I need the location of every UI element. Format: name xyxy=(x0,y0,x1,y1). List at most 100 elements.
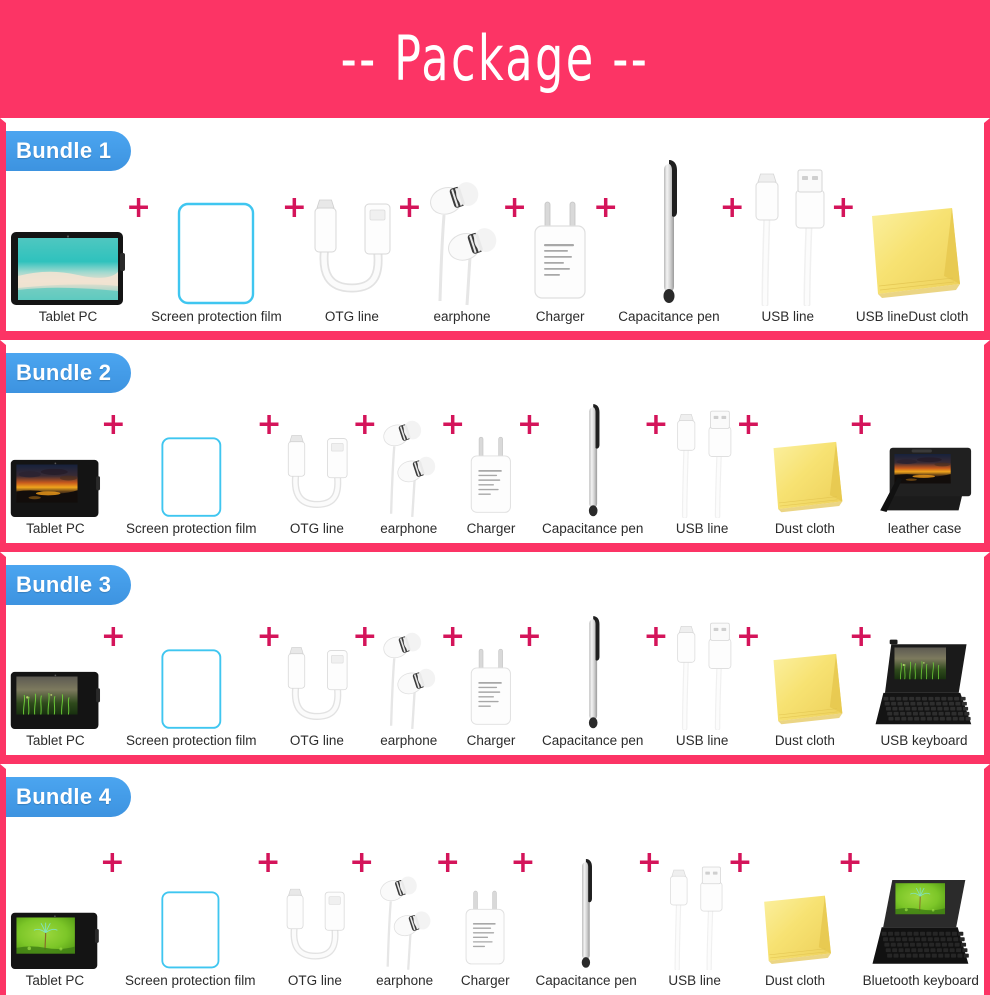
usb-cable-icon xyxy=(669,408,736,519)
bundle-badge[interactable]: Bundle 4 xyxy=(6,777,132,817)
package-item[interactable]: OTG line xyxy=(282,557,353,751)
package-item[interactable]: earphone xyxy=(377,345,440,539)
item-label: OTG line xyxy=(324,309,379,325)
plus-icon: + xyxy=(727,845,753,880)
plus-icon: + xyxy=(516,619,543,654)
bundle-badge[interactable]: Bundle 3 xyxy=(6,565,132,605)
item-label: earphone xyxy=(380,521,438,537)
screen-film-art xyxy=(161,437,222,517)
earphone-art xyxy=(383,633,436,730)
item-label: OTG line xyxy=(287,973,342,989)
plus-icon: + xyxy=(848,619,874,654)
plus-icon: + xyxy=(636,845,662,880)
stylus-pen-icon xyxy=(618,156,719,306)
earphone-icon xyxy=(422,171,502,306)
otg-cable-art xyxy=(286,889,345,960)
dust-cloth-icon xyxy=(752,888,837,970)
package-item[interactable]: leather case xyxy=(874,345,976,539)
package-item[interactable]: Screen protection film xyxy=(126,557,257,751)
package-item[interactable]: USB line xyxy=(745,123,831,327)
item-label: Tablet PC xyxy=(26,733,85,749)
package-item[interactable]: USB line xyxy=(669,345,736,539)
package-item[interactable]: Screen protection film xyxy=(126,345,257,539)
package-item[interactable]: USB keyboard xyxy=(874,557,974,751)
tablet-device-art xyxy=(10,460,101,518)
package-item[interactable]: Dust cloth xyxy=(761,345,849,539)
earphone-art xyxy=(383,421,436,518)
otg-cable-art xyxy=(287,434,348,508)
plus-icon: + xyxy=(735,619,762,654)
usb-cable-art xyxy=(676,411,731,519)
package-item[interactable]: Capacitance pen xyxy=(618,123,720,327)
plus-icon: + xyxy=(516,407,543,442)
package-item[interactable]: Charger xyxy=(527,123,593,327)
bundle-badge[interactable]: Bundle 2 xyxy=(6,353,132,393)
package-item[interactable]: USB lineDust cloth xyxy=(856,123,968,327)
plus-icon: + xyxy=(501,190,528,225)
package-item[interactable]: Capacitance pen xyxy=(535,769,637,991)
charger-art xyxy=(470,436,512,513)
bundle-badge[interactable]: Bundle 1 xyxy=(6,131,132,171)
package-item[interactable]: Bluetooth keyboard xyxy=(863,769,979,991)
package-item[interactable]: Charger xyxy=(465,557,517,751)
bluetooth-keyboard-art xyxy=(872,880,969,965)
bundle-items: Tablet PC + Screen protection film + OTG l… xyxy=(6,557,984,755)
leather-case-icon xyxy=(874,443,976,518)
package-item[interactable]: Capacitance pen xyxy=(542,345,643,539)
package-item[interactable]: Charger xyxy=(465,345,517,539)
plus-icon: + xyxy=(830,190,856,225)
earphone-icon xyxy=(377,624,440,730)
screen-film-icon xyxy=(126,648,257,730)
stylus-pen-art xyxy=(581,859,593,968)
otg-cable-icon xyxy=(281,880,350,970)
usb-keyboard-art xyxy=(875,639,972,724)
dust-cloth-art xyxy=(773,441,843,512)
bundle-items: Tablet PC + Screen protection film + OTG l… xyxy=(6,769,984,995)
usb-cable-art xyxy=(669,866,723,971)
tablet-device-art xyxy=(11,232,125,306)
charger-icon xyxy=(465,646,517,731)
item-label: Charger xyxy=(460,973,510,989)
item-label: earphone xyxy=(376,973,434,989)
package-item[interactable]: USB line xyxy=(669,557,736,751)
bundle-items: Tablet PC + Screen protection film + OTG l… xyxy=(6,123,984,331)
package-item[interactable]: OTG line xyxy=(307,123,397,327)
package-item[interactable]: Capacitance pen xyxy=(542,557,643,751)
package-infographic: -- Package -- Bundle 1 Tablet PC + Screen… xyxy=(0,0,990,995)
package-item[interactable]: USB line xyxy=(662,769,727,991)
item-label: Tablet PC xyxy=(38,309,98,325)
screen-film-icon xyxy=(151,201,282,306)
dust-cloth-icon xyxy=(761,646,849,731)
usb-cable-icon xyxy=(669,620,736,731)
bundle-badge-label: Bundle 3 xyxy=(16,572,112,597)
package-item[interactable]: Dust cloth xyxy=(752,769,837,991)
tablet-icon xyxy=(10,231,126,306)
package-item[interactable]: Screen protection film xyxy=(125,769,256,991)
screen-film-art xyxy=(161,649,222,729)
dust-cloth-art xyxy=(872,208,961,299)
package-item[interactable]: OTG line xyxy=(282,345,353,539)
item-label: Bluetooth keyboard xyxy=(862,973,979,989)
package-item[interactable]: Screen protection film xyxy=(151,123,282,327)
plus-icon: + xyxy=(256,407,282,442)
usb-cable-icon xyxy=(745,166,831,307)
package-item[interactable]: Charger xyxy=(460,769,510,991)
plus-icon: + xyxy=(396,190,422,225)
plus-icon: + xyxy=(352,619,378,654)
package-item[interactable]: earphone xyxy=(377,557,440,751)
stylus-pen-art xyxy=(663,160,677,304)
plus-icon: + xyxy=(255,845,281,880)
package-item[interactable]: earphone xyxy=(374,769,435,991)
bundle-list: Bundle 1 Tablet PC + Screen protection fi… xyxy=(0,118,990,995)
package-item[interactable]: OTG line xyxy=(281,769,350,991)
item-label: Dust cloth xyxy=(774,521,835,537)
item-label: OTG line xyxy=(289,521,344,537)
bluetooth-keyboard-icon xyxy=(863,877,979,970)
otg-cable-art xyxy=(314,199,391,293)
plus-icon: + xyxy=(281,190,307,225)
package-item[interactable]: earphone xyxy=(422,123,502,327)
item-label: USB line xyxy=(761,309,814,325)
item-label: OTG line xyxy=(289,733,344,749)
package-item[interactable]: Dust cloth xyxy=(761,557,849,751)
stylus-pen-icon xyxy=(542,401,643,519)
